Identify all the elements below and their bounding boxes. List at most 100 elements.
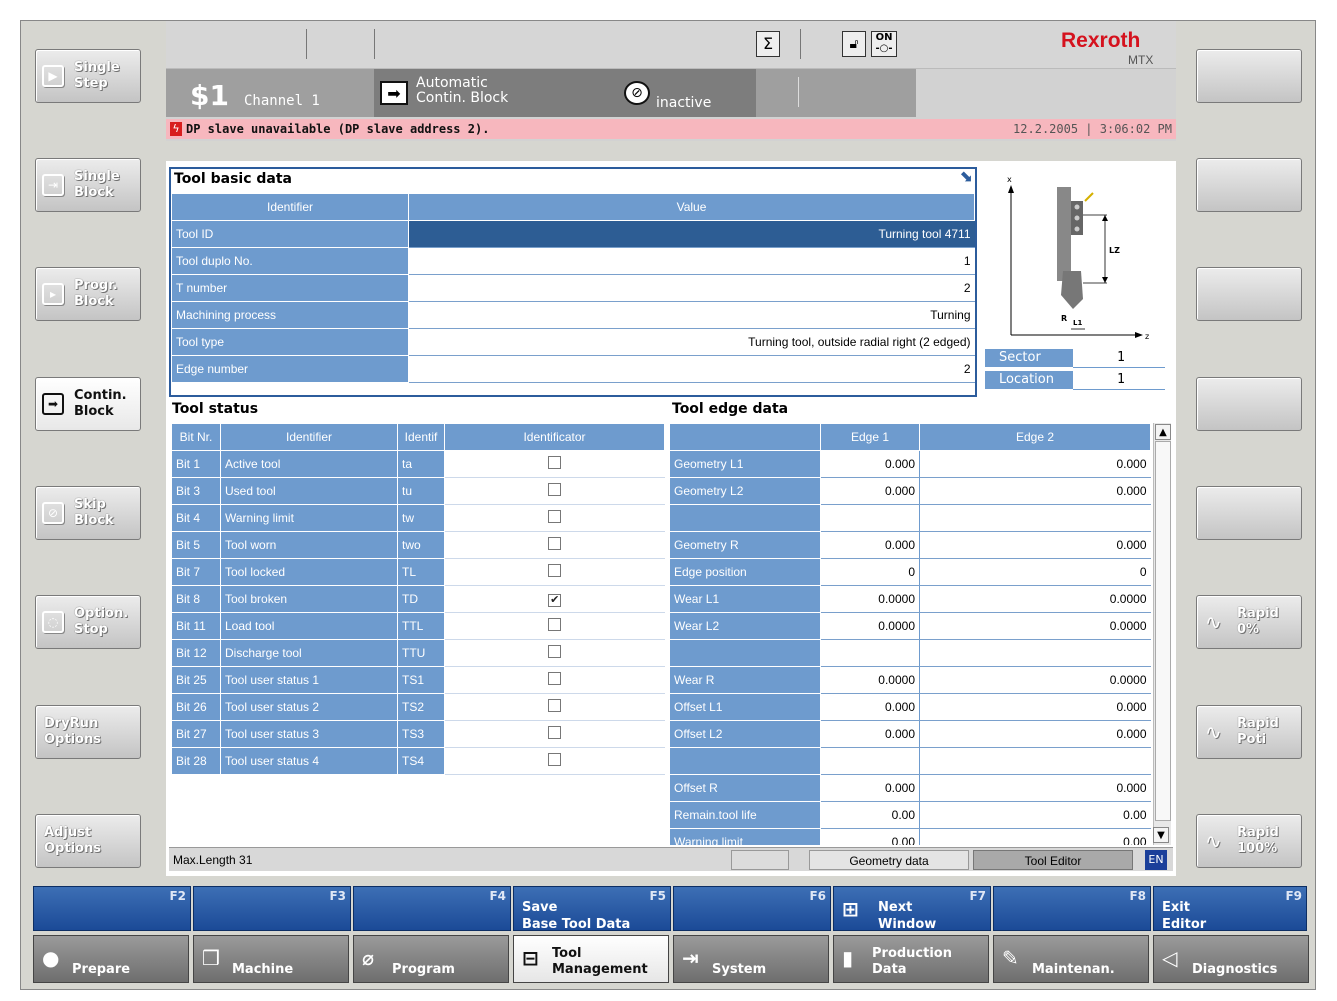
fkey-f7[interactable]: F7 ⊞ Next Window (833, 886, 991, 932)
basic-value[interactable]: Turning tool, outside radial right (2 ed… (408, 328, 975, 356)
softkey-right-2[interactable] (1196, 158, 1302, 212)
status-checkbox[interactable] (548, 564, 562, 577)
softkey-progr[interactable]: ▸ Progr. Block (35, 267, 141, 321)
edge-2-value[interactable]: 0.000 (919, 720, 1151, 748)
edge-scrollbar[interactable]: ▲ (1153, 423, 1171, 845)
softkey-skip[interactable]: ⊘ Skip Block (35, 486, 141, 540)
status-checkbox[interactable] (548, 645, 562, 658)
nav-prepare[interactable]: ● Prepare (33, 935, 189, 983)
edge-2-value[interactable]: 0.000 (919, 531, 1151, 559)
softkey-right-1[interactable] (1196, 49, 1302, 103)
edge-2-value[interactable]: 0.000 (919, 450, 1151, 478)
status-identifier: Tool user status 2 (220, 693, 398, 721)
softkey-right-8[interactable]: ∿ Rapid 100% (1196, 814, 1302, 868)
edge-1-value[interactable]: 0.000 (820, 531, 920, 559)
language-indicator[interactable]: EN (1145, 850, 1167, 870)
edge-1-value[interactable]: 0.0000 (820, 666, 920, 694)
scroll-thumb[interactable] (1155, 441, 1171, 821)
status-checkbox[interactable] (548, 618, 562, 631)
nav-system[interactable]: ⇥ System (673, 935, 829, 983)
basic-value[interactable]: 2 (408, 355, 975, 383)
softkey-option[interactable]: ◌ Option. Stop (35, 595, 141, 649)
softkey-right-5[interactable] (1196, 486, 1302, 540)
softkey-right-7[interactable]: ∿ Rapid Poti (1196, 705, 1302, 759)
edge-1-value[interactable]: 0.00 (820, 828, 920, 845)
edge-1-value[interactable] (820, 504, 920, 532)
edge-1-value[interactable] (820, 747, 920, 775)
status-title: Tool status (172, 401, 259, 417)
softkey-right-3[interactable] (1196, 267, 1302, 321)
status-checkbox[interactable] (548, 672, 562, 685)
edge-2-value[interactable]: 0.0000 (919, 585, 1151, 613)
tab-geometry-data[interactable]: Geometry data (809, 850, 969, 870)
status-checkbox[interactable] (548, 726, 562, 739)
fkey-f4[interactable]: F4 (353, 886, 511, 931)
edge-2-value[interactable]: 0.000 (919, 774, 1151, 802)
scroll-down-icon[interactable]: ▼ (1153, 827, 1169, 843)
fkey-label: Next Window (878, 900, 937, 932)
edge-2-value[interactable] (919, 504, 1151, 532)
fkey-f8[interactable]: F8 (993, 886, 1151, 931)
fkey-f6[interactable]: F6 (673, 886, 831, 931)
edge-1-value[interactable]: 0.000 (820, 720, 920, 748)
fkey-f9[interactable]: F9 Exit Editor (1153, 886, 1307, 932)
basic-value[interactable]: Turning tool 4711 (408, 220, 975, 248)
edge-1-value[interactable]: 0.0000 (820, 585, 920, 613)
tab-tool-editor[interactable]: Tool Editor (973, 850, 1133, 870)
softkey-single[interactable]: ⇥ Single Block (35, 158, 141, 212)
status-checkbox[interactable]: ✔ (548, 593, 562, 607)
nav-production[interactable]: ▮ Production Data (833, 935, 989, 983)
edge-2-value[interactable]: 0.0000 (919, 612, 1151, 640)
nav-diagnostics[interactable]: ◁ Diagnostics (1153, 935, 1309, 983)
nav-maintenan[interactable]: ✎ Maintenan. (993, 935, 1149, 983)
status-checkbox[interactable] (548, 753, 562, 766)
softkey-label: Adjust Options (44, 825, 101, 856)
fkey-f5[interactable]: F5 Save Base Tool Data (513, 886, 671, 932)
table-row: Bit 27 Tool user status 3 TS3 (171, 720, 665, 748)
nav-machine[interactable]: ❒ Machine (193, 935, 349, 983)
basic-value[interactable]: 1 (408, 247, 975, 275)
scroll-up-icon[interactable]: ▲ (1155, 424, 1171, 440)
basic-value[interactable]: Turning (408, 301, 975, 329)
edge-1-value[interactable]: 0.0000 (820, 612, 920, 640)
status-checkbox[interactable] (548, 456, 562, 469)
edge-2-value[interactable]: 0.00 (919, 801, 1151, 829)
edge-1-value[interactable]: 0 (820, 558, 920, 586)
fkey-f3[interactable]: F3 (193, 886, 351, 931)
edge-2-value[interactable]: 0.000 (919, 693, 1151, 721)
softkey-right-6[interactable]: ∿ Rapid 0% (1196, 595, 1302, 649)
prepare-icon: ● (42, 946, 60, 970)
edge-1-value[interactable] (820, 639, 920, 667)
softkey-dryrun[interactable]: DryRun Options (35, 705, 141, 759)
edge-2-value[interactable] (919, 747, 1151, 775)
edge-1-value[interactable]: 0.00 (820, 801, 920, 829)
rapid-icon: ∿ (1205, 829, 1222, 853)
status-checkbox[interactable] (548, 699, 562, 712)
lock-icon[interactable]: 🔓︎ (842, 31, 866, 57)
edge-2-value[interactable]: 0 (919, 558, 1151, 586)
softkey-adjust[interactable]: Adjust Options (35, 814, 141, 868)
softkey-right-4[interactable] (1196, 377, 1302, 431)
sigma-icon[interactable]: Σ (756, 31, 780, 57)
edge-2-value[interactable]: 0.0000 (919, 666, 1151, 694)
edge-1-value[interactable]: 0.000 (820, 477, 920, 505)
fkey-f2[interactable]: F2 (33, 886, 191, 931)
edge-2-value[interactable]: 0.000 (919, 477, 1151, 505)
basic-value[interactable]: 2 (408, 274, 975, 302)
nav-tool[interactable]: ⊟ Tool Management (513, 935, 669, 983)
softkey-single[interactable]: ▶ Single Step (35, 49, 141, 103)
expand-corner-icon[interactable]: ⬊ (959, 168, 973, 184)
edge-1-value[interactable]: 0.000 (820, 450, 920, 478)
alarm-bar[interactable]: ϟ DP slave unavailable (DP slave address… (166, 119, 1176, 139)
status-checkbox[interactable] (548, 537, 562, 550)
on-indicator[interactable]: ON -○- (871, 31, 897, 57)
softkey-contin[interactable]: ➡ Contin. Block (35, 377, 141, 431)
status-checkbox[interactable] (548, 510, 562, 523)
edge-1-value[interactable]: 0.000 (820, 774, 920, 802)
nav-program[interactable]: ⌀ Program (353, 935, 509, 983)
status-checkbox[interactable] (548, 483, 562, 496)
edge-2-value[interactable] (919, 639, 1151, 667)
edge-2-value[interactable]: 0.00 (919, 828, 1151, 845)
edge-1-value[interactable]: 0.000 (820, 693, 920, 721)
status-identifier: Load tool (220, 612, 398, 640)
